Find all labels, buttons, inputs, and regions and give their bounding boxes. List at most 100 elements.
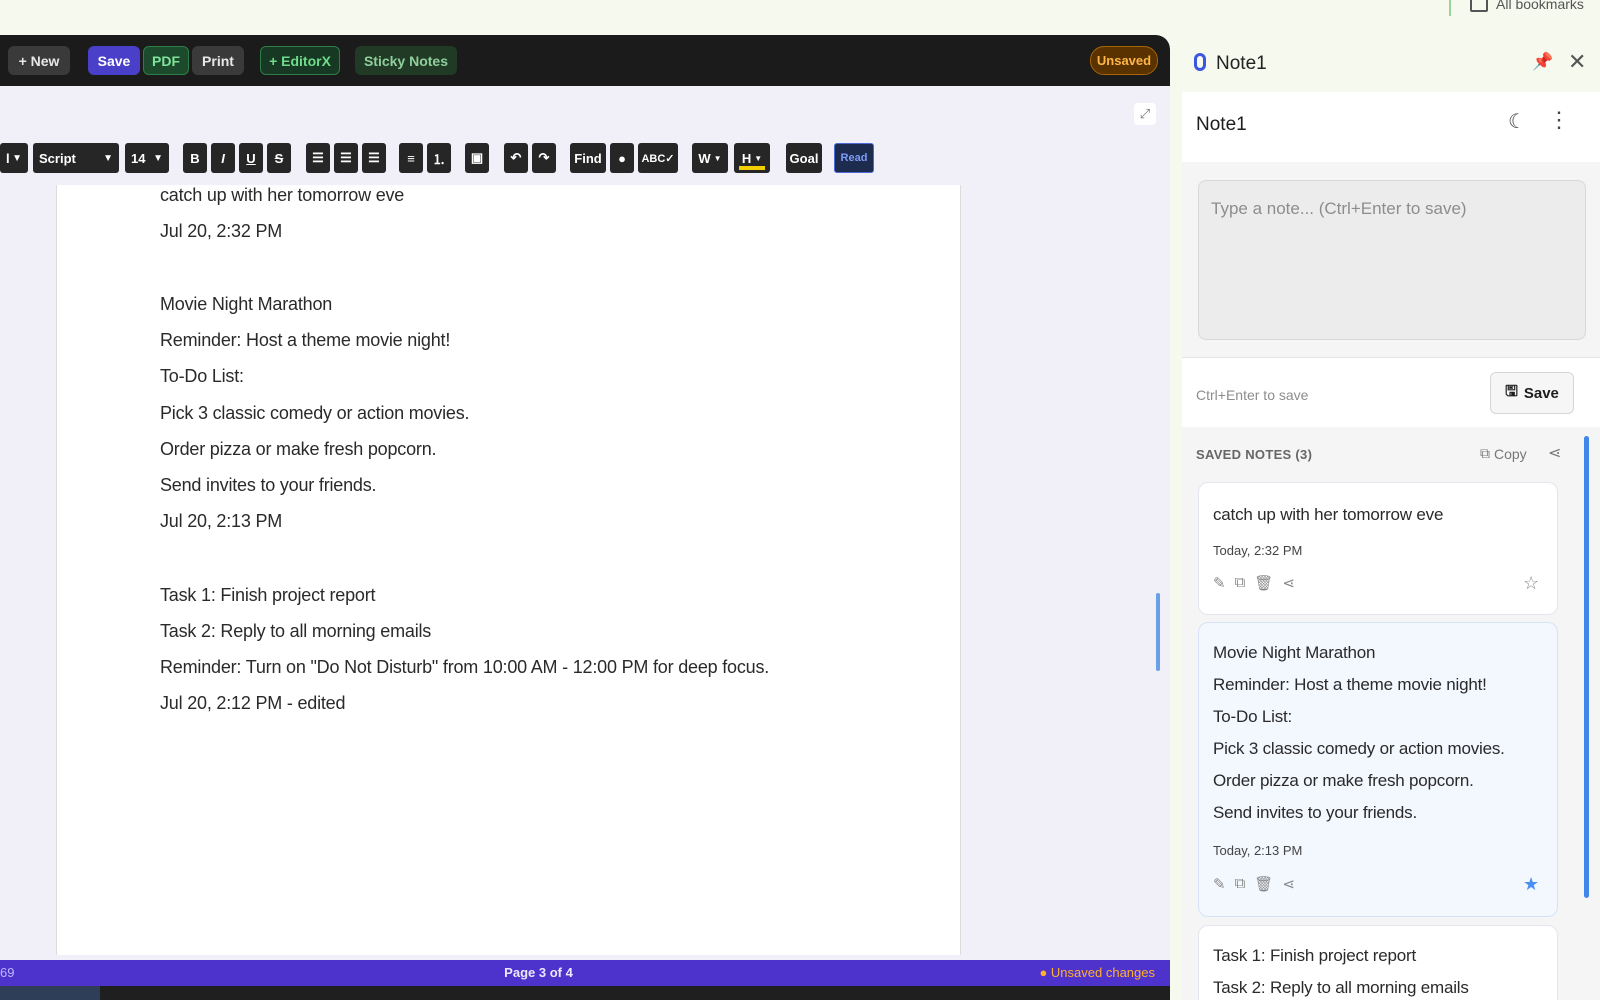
doc-line: Pick 3 classic comedy or action movies. (160, 403, 470, 423)
saved-notes-count: SAVED NOTES (3) (1196, 447, 1313, 462)
note-text-line: To-Do List: (1213, 707, 1293, 726)
share-icon[interactable]: ⋖ (1282, 875, 1295, 893)
note-input[interactable] (1198, 180, 1586, 340)
find-button[interactable]: Find (570, 143, 606, 173)
bookmark-folder-icon (1470, 0, 1488, 12)
share-icon[interactable]: ⋖ (1548, 443, 1561, 463)
saved-notes-header: SAVED NOTES (3) ⧉ Copy ⋖ (1182, 437, 1600, 467)
bold-button[interactable]: B (183, 143, 207, 173)
doc-line: Reminder: Host a theme movie night! (160, 330, 451, 350)
trash-icon[interactable]: 🗑 (1254, 574, 1273, 592)
save-hint: Ctrl+Enter to save (1196, 387, 1309, 403)
note-text-line: Reminder: Host a theme movie night! (1213, 675, 1487, 694)
size-select[interactable]: 14 ▼ (125, 143, 169, 173)
status-bar: 69 Page 3 of 4 ● Unsaved changes (0, 960, 1170, 986)
save-button[interactable]: Save (88, 46, 140, 75)
share-icon[interactable]: ⋖ (1282, 574, 1295, 592)
doc-line: Jul 20, 2:32 PM (160, 221, 283, 241)
pdf-button[interactable]: PDF (143, 46, 189, 75)
chevron-down-icon: ▼ (12, 152, 22, 164)
toolbar-divider (1449, 0, 1451, 16)
expand-icon[interactable]: ⤢ (1134, 103, 1156, 125)
saved-note-card[interactable]: Task 1: Finish project report Task 2: Re… (1198, 925, 1558, 1000)
note-text-line: Task 2: Reply to all morning emails (1213, 978, 1469, 997)
duplicate-icon[interactable]: ⧉ (1235, 574, 1246, 592)
app-logo-icon (1194, 53, 1206, 71)
note-text-line: catch up with her tomorrow eve (1213, 505, 1444, 524)
italic-button[interactable]: I (211, 143, 235, 173)
doc-line: Movie Night Marathon (160, 294, 333, 314)
doc-line: Order pizza or make fresh popcorn. (160, 439, 437, 459)
editor-scrollbar[interactable] (1156, 593, 1160, 671)
doc-line: To-Do List: (160, 366, 244, 386)
bullet-list-icon[interactable]: ≡ (399, 143, 423, 173)
copy-icon: ⧉ (1480, 445, 1490, 461)
doc-line: catch up with her tomorrow eve (160, 185, 405, 205)
saved-note-card[interactable]: catch up with her tomorrow eve Today, 2:… (1198, 482, 1558, 615)
pin-icon[interactable]: 📌 (1532, 52, 1553, 72)
read-button[interactable]: Read (834, 143, 874, 173)
sticky-notes-button[interactable]: Sticky Notes (355, 46, 457, 75)
new-button[interactable]: + New (8, 46, 70, 75)
note-text-line: Order pizza or make fresh popcorn. (1213, 771, 1474, 790)
undo-icon[interactable]: ↶ (504, 143, 528, 173)
editor-topbar: + New Save PDF Print + EditorX Sticky No… (0, 35, 1170, 86)
edit-icon[interactable]: ✎ (1213, 875, 1226, 893)
trash-icon[interactable]: 🗑 (1254, 875, 1273, 893)
doc-line: Jul 20, 2:13 PM (160, 511, 283, 531)
floppy-icon: 🖫 (1505, 382, 1518, 400)
save-note-button[interactable]: 🖫 Save (1490, 372, 1574, 414)
doc-line: Jul 20, 2:12 PM - edited (160, 693, 346, 713)
unsaved-badge: Unsaved (1090, 46, 1158, 75)
kebab-menu-icon[interactable]: ⋮ (1548, 107, 1570, 133)
star-icon[interactable]: ★ (1523, 874, 1539, 895)
editorx-button[interactable]: + EditorX (260, 46, 340, 75)
unsaved-changes-status: ● Unsaved changes (1039, 965, 1155, 980)
chevron-down-icon: ▼ (153, 152, 163, 164)
style-select[interactable]: l ▼ (0, 143, 28, 173)
align-right-icon[interactable]: ☰ (362, 143, 386, 173)
duplicate-icon[interactable]: ⧉ (1235, 875, 1246, 893)
note-app: Note1 ☾ ⋮ Ctrl+Enter to save 🖫 Save SAVE… (1182, 92, 1600, 1000)
note-actions: ✎ ⧉ 🗑 ⋖ (1213, 875, 1295, 893)
redo-icon[interactable]: ↷ (532, 143, 556, 173)
star-icon[interactable]: ☆ (1523, 573, 1539, 594)
highlight-color-button[interactable]: H ▼ (734, 143, 770, 173)
document-page[interactable]: catch up with her tomorrow eve Jul 20, 2… (56, 185, 961, 955)
text-color-button[interactable]: W ▼ (692, 143, 728, 173)
edit-icon[interactable]: ✎ (1213, 574, 1226, 592)
highlight-swatch (739, 166, 765, 170)
all-bookmarks-button[interactable]: All bookmarks (1470, 0, 1584, 12)
save-row: Ctrl+Enter to save 🖫 Save (1182, 357, 1600, 427)
note-text-line: Movie Night Marathon (1213, 643, 1376, 662)
saved-note-card[interactable]: Movie Night Marathon Reminder: Host a th… (1198, 622, 1558, 917)
strikethrough-button[interactable]: S (267, 143, 291, 173)
spellcheck-button[interactable]: ABC✓ (638, 143, 678, 173)
copy-all-button[interactable]: ⧉ Copy (1480, 445, 1527, 462)
text-color-letter: W (698, 150, 711, 166)
font-select-value: Script (39, 150, 76, 166)
note-text-line: Task 1: Finish project report (1213, 946, 1417, 965)
align-left-icon[interactable]: ☰ (306, 143, 330, 173)
panel-scrollbar[interactable] (1584, 436, 1589, 898)
doc-line: Send invites to your friends. (160, 475, 377, 495)
goal-button[interactable]: Goal (786, 143, 822, 173)
microphone-icon[interactable]: ● (610, 143, 634, 173)
doc-line: Reminder: Turn on "Do Not Disturb" from … (160, 657, 770, 677)
numbered-list-icon[interactable]: ⒈ (427, 143, 451, 173)
moon-icon[interactable]: ☾ (1508, 109, 1528, 133)
all-bookmarks-label: All bookmarks (1496, 0, 1584, 12)
doc-line: Task 2: Reply to all morning emails (160, 621, 432, 641)
font-select[interactable]: Script ▼ (33, 143, 119, 173)
panel-title: Note1 (1216, 53, 1267, 74)
style-select-value: l (6, 150, 10, 166)
print-button[interactable]: Print (192, 46, 244, 75)
close-icon[interactable]: ✕ (1568, 49, 1586, 75)
note-actions: ✎ ⧉ 🗑 ⋖ (1213, 574, 1295, 592)
note-text-line: Pick 3 classic comedy or action movies. (1213, 739, 1505, 758)
bottom-tab[interactable] (0, 986, 100, 1000)
note-timestamp: Today, 2:32 PM (1213, 543, 1303, 558)
align-center-icon[interactable]: ☰ (334, 143, 358, 173)
image-icon[interactable]: ▣ (465, 143, 489, 173)
underline-button[interactable]: U (239, 143, 263, 173)
